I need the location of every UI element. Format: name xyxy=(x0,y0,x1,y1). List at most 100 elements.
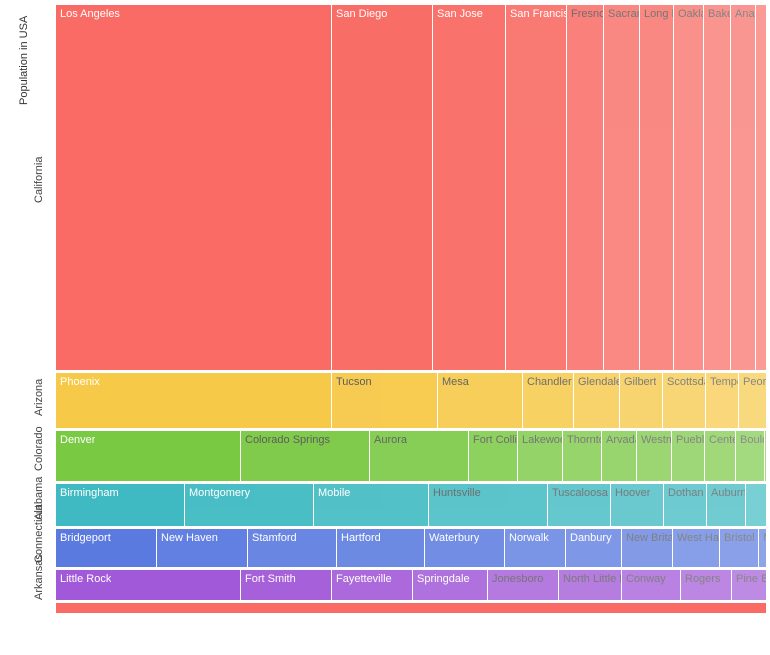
cell[interactable]: Bakersfield xyxy=(704,5,730,370)
cell-label: Little Rock xyxy=(60,573,111,585)
cell[interactable]: Arvada xyxy=(602,431,636,481)
cell[interactable]: New Haven xyxy=(157,529,247,567)
cell-label: Bakersfield xyxy=(708,8,730,20)
cell-label: Denver xyxy=(60,434,95,446)
cell-label: Auburn xyxy=(711,487,745,499)
cell-label: Fayetteville xyxy=(336,573,392,585)
cell[interactable]: Tucson xyxy=(332,373,437,428)
cell[interactable] xyxy=(746,484,766,526)
cell-label: Arvada xyxy=(606,434,636,446)
cell-label: Hoover xyxy=(615,487,650,499)
cell-label: Scottsdale xyxy=(667,376,705,388)
cell[interactable]: Pueblo xyxy=(672,431,704,481)
cell[interactable]: Phoenix xyxy=(56,373,331,428)
cell[interactable]: San Francisco xyxy=(506,5,566,370)
cell[interactable]: Auburn xyxy=(707,484,745,526)
cell-label: Centennial xyxy=(709,434,735,446)
cell[interactable]: Bridgeport xyxy=(56,529,156,567)
cell[interactable]: Glendale xyxy=(574,373,619,428)
cell[interactable]: Jonesboro xyxy=(488,570,558,600)
cell[interactable]: New Britain xyxy=(622,529,672,567)
cell[interactable]: Sacramento xyxy=(604,5,639,370)
cell-label: Aurora xyxy=(374,434,407,446)
cell-label: Long Beach xyxy=(644,8,673,20)
cell-label: Montgomery xyxy=(189,487,250,499)
cell-label: Tempe xyxy=(710,376,738,388)
cell[interactable]: Los Angeles xyxy=(56,5,331,370)
cell[interactable]: Long Beach xyxy=(640,5,673,370)
cell[interactable]: Mobile xyxy=(314,484,428,526)
cell[interactable]: Denver xyxy=(56,431,240,481)
cell[interactable]: Fresno xyxy=(567,5,603,370)
cell[interactable]: Chandler xyxy=(523,373,573,428)
cell[interactable]: San Jose xyxy=(433,5,505,370)
cell-label: Chandler xyxy=(527,376,572,388)
state-label: Arkansas xyxy=(33,566,45,600)
marimekko-chart: Los Angeles San Diego San Jose San Francisc… xyxy=(56,5,766,645)
cell-label: Mesa xyxy=(442,376,469,388)
cell[interactable]: Thornton xyxy=(563,431,601,481)
cell[interactable]: Lakewood xyxy=(518,431,562,481)
cell[interactable]: Oakland xyxy=(674,5,703,370)
cell[interactable]: Meriden xyxy=(759,529,766,567)
cell[interactable]: San Diego xyxy=(332,5,432,370)
cell-label: San Jose xyxy=(437,8,483,20)
cell[interactable]: Birmingham xyxy=(56,484,184,526)
cell-label: Tucson xyxy=(336,376,372,388)
cell[interactable]: Conway xyxy=(622,570,680,600)
state-label: California xyxy=(33,169,45,203)
cell[interactable]: Rogers xyxy=(681,570,731,600)
cell-label: San Diego xyxy=(336,8,387,20)
cell[interactable]: Fort Smith xyxy=(241,570,331,600)
cell[interactable]: Fayetteville xyxy=(332,570,412,600)
cell[interactable]: Huntsville xyxy=(429,484,547,526)
cell-label: Westminster xyxy=(641,434,671,446)
cell[interactable]: Bristol xyxy=(720,529,758,567)
y-axis: Population in USA xyxy=(4,5,22,645)
cell-label: Lakewood xyxy=(522,434,562,446)
cell[interactable]: Anaheim xyxy=(731,5,755,370)
cell-label: Glendale xyxy=(578,376,619,388)
cell[interactable]: Colorado Springs xyxy=(241,431,369,481)
cell[interactable]: Scottsdale xyxy=(663,373,705,428)
cell[interactable]: Westminster xyxy=(637,431,671,481)
cell[interactable]: Springdale xyxy=(413,570,487,600)
cell[interactable]: Tempe xyxy=(706,373,738,428)
cell-label: Colorado Springs xyxy=(245,434,330,446)
cell[interactable]: Mesa xyxy=(438,373,522,428)
cell[interactable]: Hoover xyxy=(611,484,663,526)
cell[interactable]: Danbury xyxy=(566,529,621,567)
cell[interactable]: Aurora xyxy=(370,431,468,481)
cell[interactable]: Pine Bluff xyxy=(732,570,766,600)
cell[interactable]: Peoria xyxy=(739,373,766,428)
cell-label: Birmingham xyxy=(60,487,119,499)
cell[interactable]: Waterbury xyxy=(425,529,504,567)
cell-label: Hartford xyxy=(341,532,381,544)
cell[interactable]: Fort Collins xyxy=(469,431,517,481)
state-label: Colorado xyxy=(33,437,45,471)
cell[interactable]: Stamford xyxy=(248,529,336,567)
cell[interactable]: Montgomery xyxy=(185,484,313,526)
cell-label: Bridgeport xyxy=(60,532,111,544)
cell-label: New Britain xyxy=(626,532,672,544)
cell[interactable]: Gilbert xyxy=(620,373,662,428)
cell-label: Bristol xyxy=(724,532,755,544)
cell[interactable]: North Little Rock xyxy=(559,570,621,600)
cell[interactable]: West Hartford xyxy=(673,529,719,567)
row-arkansas: Little Rock Fort Smith Fayetteville Springd… xyxy=(56,570,766,600)
cell[interactable]: Dothan xyxy=(664,484,706,526)
cell-label: Springdale xyxy=(417,573,470,585)
cell[interactable] xyxy=(765,431,766,481)
cell[interactable] xyxy=(756,5,766,370)
row-alabama: Birmingham Montgomery MobileHuntsvilleTusc… xyxy=(56,484,766,526)
cell[interactable]: Norwalk xyxy=(505,529,565,567)
cell[interactable]: Boulder xyxy=(736,431,764,481)
cell[interactable]: Little Rock xyxy=(56,570,240,600)
cell[interactable]: Centennial xyxy=(705,431,735,481)
row-colorado: Denver Colorado Springs Aurora Fort Collins… xyxy=(56,431,766,481)
state-label: Arizona xyxy=(33,382,45,416)
cell[interactable]: Hartford xyxy=(337,529,424,567)
row-california: Los Angeles San Diego San Jose San Francisc… xyxy=(56,5,766,370)
cell[interactable]: Tuscaloosa xyxy=(548,484,610,526)
cell-label: Waterbury xyxy=(429,532,479,544)
